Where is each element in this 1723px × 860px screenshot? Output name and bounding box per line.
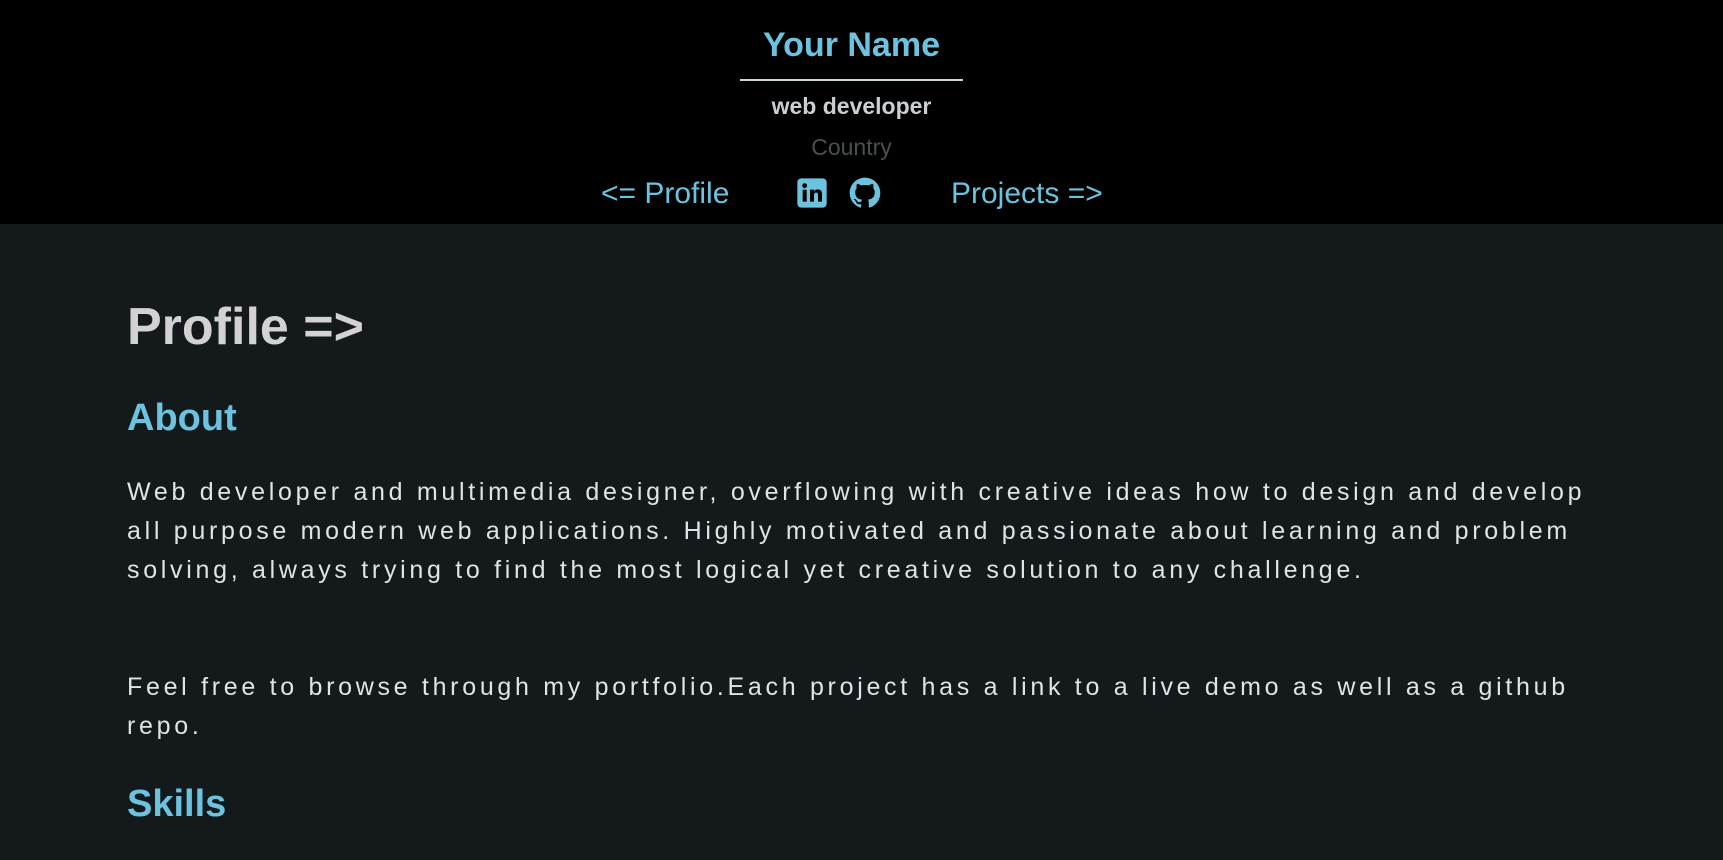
- site-country: Country: [811, 134, 892, 160]
- about-paragraph-2: Feel free to browse through my portfolio…: [127, 673, 1569, 740]
- section-title: Profile =>: [127, 298, 364, 356]
- github-icon: [849, 177, 881, 209]
- site-role: web developer: [771, 93, 932, 119]
- site-header: Your Name web developer Country <= Profi…: [0, 0, 1723, 224]
- about-paragraph-1: Web developer and multimedia designer, o…: [127, 478, 1586, 584]
- site-name: Your Name: [763, 26, 940, 64]
- about-heading: About: [127, 397, 237, 439]
- linkedin-icon: [796, 177, 828, 209]
- nav-prev-link[interactable]: <= Profile: [601, 176, 729, 212]
- github-link[interactable]: [849, 177, 881, 209]
- name-divider: [740, 79, 963, 81]
- linkedin-link[interactable]: [796, 177, 828, 209]
- nav-next-link[interactable]: Projects =>: [951, 176, 1103, 212]
- skills-heading: Skills: [127, 783, 227, 825]
